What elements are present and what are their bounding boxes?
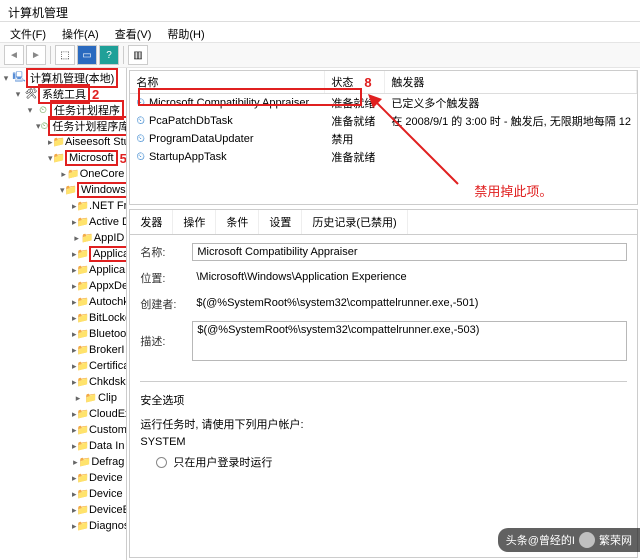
folder-icon: 📁 (53, 137, 65, 148)
radio-icon[interactable] (156, 457, 167, 468)
tree-folder[interactable]: ▸📁Defrag (0, 454, 126, 470)
tree-folder[interactable]: ▸📁Diagnos (0, 518, 126, 534)
tab-history[interactable]: 历史记录(已禁用) (302, 210, 407, 234)
menu-action[interactable]: 操作(A) (56, 24, 105, 40)
show-hide-button[interactable]: ▭ (77, 45, 97, 65)
tab-actions[interactable]: 操作 (173, 210, 216, 234)
label-author: 创建者: (140, 296, 192, 312)
annotation-box (138, 88, 362, 106)
clock-icon: ⏲ (36, 105, 50, 116)
watermark: 头条@曾经的I繁荣网 (498, 528, 640, 552)
toolbar: ◄ ► ⬚ ▭ ? ▥ (0, 42, 640, 68)
tree-folder[interactable]: ▸📁Chkdsk (0, 374, 126, 390)
tree-schedlib[interactable]: 任务计划程序库 (48, 116, 127, 136)
annotation-note: 禁用掉此项。 (474, 181, 552, 200)
up-button[interactable]: ⬚ (55, 45, 75, 65)
tree-folder[interactable]: ▸📁Application Experience (0, 246, 126, 262)
menu-file[interactable]: 文件(F) (4, 24, 52, 40)
menu-help[interactable]: 帮助(H) (161, 24, 210, 40)
tree-microsoft[interactable]: Microsoft (65, 150, 118, 166)
tree-folder[interactable]: ▸📁AppID (0, 230, 126, 246)
tree-folder[interactable]: ▸📁CloudEx (0, 406, 126, 422)
tree-folder[interactable]: ▸📁DeviceE (0, 502, 126, 518)
folder-icon: 📁 (67, 169, 79, 180)
tree-folder[interactable]: ▸📁Bluetoo (0, 326, 126, 342)
security-runas: 运行任务时, 请使用下列用户帐户: (140, 416, 627, 432)
field-desc[interactable]: $(@%SystemRoot%\system32\compattelrunner… (192, 321, 627, 361)
computer-icon: 🖳 (12, 70, 26, 87)
forward-button[interactable]: ► (26, 45, 46, 65)
tree-folder[interactable]: ▸📁BrokerI (0, 342, 126, 358)
task-row[interactable]: ⏲StartupAppTask准备就绪 (130, 148, 637, 166)
col-trigger[interactable]: 触发器 (385, 71, 637, 93)
back-button[interactable]: ◄ (4, 45, 24, 65)
tree-panel[interactable]: ▾🖳计算机管理(本地) ▾🛠系统工具2 ▾⏲任务计划程序 ▾⏲任务计划程序库4 … (0, 68, 127, 560)
label-desc: 描述: (140, 333, 192, 349)
tree-folder[interactable]: ▸📁Device I (0, 470, 126, 486)
library-icon: ⏲ (41, 121, 49, 132)
menu-view[interactable]: 查看(V) (109, 24, 158, 40)
tree-folder[interactable]: ▸📁BitLocke (0, 310, 126, 326)
security-title: 安全选项 (140, 392, 627, 408)
tree-folder[interactable]: ▸📁Clip (0, 390, 126, 406)
tree-folder[interactable]: ▸📁Device S (0, 486, 126, 502)
task-list: 名称 状态 触发器 ⏲Microsoft Compatibility Appra… (129, 70, 638, 205)
tab-conditions[interactable]: 条件 (216, 210, 259, 234)
security-account: SYSTEM (140, 436, 627, 448)
tab-settings[interactable]: 设置 (259, 210, 302, 234)
content-panel: 名称 状态 触发器 ⏲Microsoft Compatibility Appra… (127, 68, 640, 560)
tree-folder[interactable]: ▸📁Active D (0, 214, 126, 230)
label-location: 位置: (140, 270, 192, 286)
annotation-8: 8 (364, 75, 371, 90)
window-title: 计算机管理 (0, 0, 640, 22)
task-row[interactable]: ⏲ProgramDataUpdater禁用 (130, 130, 637, 148)
task-row[interactable]: ⏲PcaPatchDbTask准备就绪在 2008/9/1 的 3:00 时 -… (130, 112, 637, 130)
field-author: $(@%SystemRoot%\system32\compattelrunner… (192, 295, 627, 313)
field-name[interactable]: Microsoft Compatibility Appraiser (192, 243, 627, 261)
tree-folder[interactable]: ▸📁.NET Fr (0, 198, 126, 214)
tree-folder[interactable]: ▸📁Applica (0, 262, 126, 278)
folder-icon: 📁 (53, 153, 65, 164)
detail-panel: 发器 操作 条件 设置 历史记录(已禁用) 名称:Microsoft Compa… (129, 209, 638, 558)
folder-icon: 📁 (65, 185, 77, 196)
tree-windows[interactable]: Windows (77, 182, 127, 198)
radio-loggedin[interactable]: 只在用户登录时运行 (173, 454, 272, 470)
tree-aiseesoft[interactable]: Aiseesoft Stud (65, 136, 127, 148)
tree-folder[interactable]: ▸📁Certifica (0, 358, 126, 374)
field-location: \Microsoft\Windows\Application Experienc… (192, 269, 627, 287)
tree-folder[interactable]: ▸📁AppxDe (0, 278, 126, 294)
tree-folder[interactable]: ▸📁Autochk (0, 294, 126, 310)
tools-icon: 🛠 (24, 89, 38, 100)
help-button[interactable]: ? (99, 45, 119, 65)
menubar: 文件(F) 操作(A) 查看(V) 帮助(H) (0, 22, 640, 42)
tree-onecore[interactable]: OneCore (80, 168, 125, 180)
tree-folder[interactable]: ▸📁Custom (0, 422, 126, 438)
view-button[interactable]: ▥ (128, 45, 148, 65)
avatar (579, 532, 595, 548)
tab-triggers[interactable]: 发器 (130, 210, 173, 234)
tree-folder[interactable]: ▸📁Data In (0, 438, 126, 454)
label-name: 名称: (140, 244, 192, 260)
